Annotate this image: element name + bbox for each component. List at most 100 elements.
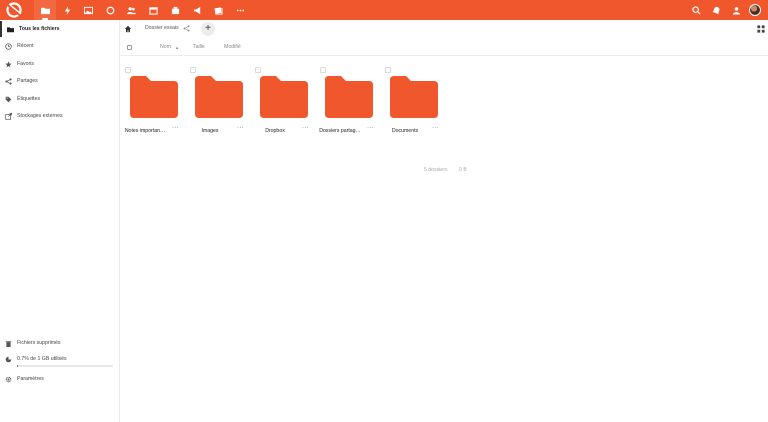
star-icon [4, 61, 12, 67]
bell-icon [711, 6, 719, 14]
sidebar-item-favorites[interactable]: Favoris [0, 56, 119, 72]
app-contacts[interactable] [120, 0, 142, 20]
sidebar-item-label: Récent [17, 43, 34, 49]
sidebar-settings[interactable]: Paramètres [0, 371, 119, 387]
sidebar-item-shares[interactable]: Partages [0, 73, 119, 89]
quota-progress-bar [17, 365, 113, 367]
app-more[interactable] [229, 0, 251, 20]
file-name[interactable]: Images [187, 128, 233, 134]
file-checkbox[interactable] [125, 67, 131, 73]
app-search[interactable] [99, 0, 121, 20]
top-bar [0, 0, 768, 20]
column-modified[interactable]: Modifié [224, 44, 241, 50]
search-circle-icon [106, 6, 114, 14]
file-checkbox[interactable] [255, 67, 261, 73]
more-actions-icon[interactable]: ··· [237, 125, 244, 131]
folder-icon [390, 76, 438, 118]
folder-icon [195, 76, 243, 118]
user-icon [732, 6, 740, 15]
app-announcements[interactable] [186, 0, 208, 20]
trash-icon [5, 340, 11, 347]
quota-progress-fill [17, 365, 19, 367]
more-actions-icon[interactable]: ··· [302, 125, 309, 131]
column-name[interactable]: Nom [160, 44, 171, 50]
pie-chart-icon [5, 356, 11, 362]
file-name[interactable]: Dropbox [252, 128, 298, 134]
sidebar-item-label: Partages [17, 78, 38, 84]
sidebar-item-external-storage[interactable]: Stockages externes [0, 108, 119, 124]
app-navigation: Tous les fichiers Récent Favoris Partage… [0, 20, 120, 422]
photos-icon [83, 6, 93, 14]
sidebar-item-label: Paramètres [17, 376, 44, 382]
sidebar-item-label: Favoris [17, 61, 35, 67]
file-name[interactable]: Dossiers partag… [317, 128, 363, 134]
contacts-icon [126, 6, 136, 14]
folder-icon [325, 76, 373, 118]
file-tile[interactable]: Dropbox ··· [252, 65, 312, 145]
breadcrumb: Dossier essais + [120, 20, 768, 38]
file-name[interactable]: Notes importan… [122, 128, 168, 134]
app-notes[interactable] [207, 0, 229, 20]
quota-text: 0.7% de 1 GB utilisés [17, 356, 67, 362]
summary-folder-count: 5 dossiers [424, 167, 448, 173]
file-tile[interactable]: Images ··· [187, 65, 247, 145]
folder-icon [260, 76, 308, 118]
search-icon [691, 5, 701, 15]
plus-icon: + [205, 23, 211, 34]
sidebar-item-label: Étiquettes [17, 96, 41, 102]
more-apps-icon [236, 9, 244, 11]
gear-icon [5, 376, 11, 382]
files-icon [40, 7, 50, 14]
folder-icon [6, 26, 14, 32]
file-list-area: Dossier essais + Nom ▲ Taille Modifié No… [120, 20, 768, 422]
more-actions-icon[interactable]: ··· [367, 125, 374, 131]
user-avatar[interactable] [749, 4, 761, 16]
sidebar-item-label: Tous les fichiers [19, 26, 60, 32]
clock-icon [4, 42, 12, 50]
breadcrumb-separator-icon [135, 25, 136, 33]
app-files[interactable] [34, 0, 56, 20]
file-checkbox[interactable] [320, 67, 326, 73]
tag-icon [5, 96, 11, 102]
activity-icon [64, 5, 70, 15]
file-checkbox[interactable] [385, 67, 391, 73]
sidebar-item-label: Fichiers supprimés [17, 340, 61, 346]
app-deck[interactable] [164, 0, 186, 20]
app-photos[interactable] [77, 0, 99, 20]
announcements-icon [193, 6, 200, 14]
header-contacts-menu[interactable] [728, 0, 744, 20]
file-tile[interactable]: Notes importan… ··· [122, 65, 182, 145]
select-all-checkbox[interactable] [127, 45, 132, 50]
logo-icon[interactable] [5, 2, 25, 18]
header-search[interactable] [688, 0, 704, 20]
sidebar-item-label: Stockages externes [17, 113, 63, 119]
share-icon[interactable] [183, 25, 190, 32]
home-icon[interactable] [124, 25, 132, 33]
breadcrumb-current[interactable]: Dossier essais [145, 25, 179, 31]
sidebar-deleted-files[interactable]: Fichiers supprimés [0, 335, 119, 351]
sort-arrow-icon: ▲ [175, 45, 179, 50]
file-name[interactable]: Documents [382, 128, 428, 134]
more-actions-icon[interactable]: ··· [172, 125, 179, 131]
file-checkbox[interactable] [190, 67, 196, 73]
notes-icon [213, 6, 223, 15]
file-tile[interactable]: Documents ··· [382, 65, 442, 145]
share-icon [4, 77, 12, 85]
file-list-header: Nom ▲ Taille Modifié [120, 38, 768, 56]
sidebar-item-tags[interactable]: Étiquettes [0, 91, 119, 107]
grid-view-toggle-icon[interactable] [757, 25, 765, 33]
app-activity[interactable] [56, 0, 78, 20]
calendar-icon [148, 6, 158, 15]
sidebar-item-all-files[interactable]: Tous les fichiers [0, 21, 119, 37]
header-notifications[interactable] [708, 0, 724, 20]
external-icon [4, 112, 12, 120]
summary-total-size: 0 B [459, 167, 467, 173]
add-new-button[interactable]: + [201, 22, 215, 36]
more-actions-icon[interactable]: ··· [432, 125, 439, 131]
folder-icon [130, 76, 178, 118]
sidebar-item-recent[interactable]: Récent [0, 38, 119, 54]
file-tile[interactable]: Dossiers partag… ··· [317, 65, 377, 145]
app-calendar[interactable] [142, 0, 164, 20]
column-size[interactable]: Taille [193, 44, 205, 50]
deck-icon [171, 6, 179, 14]
